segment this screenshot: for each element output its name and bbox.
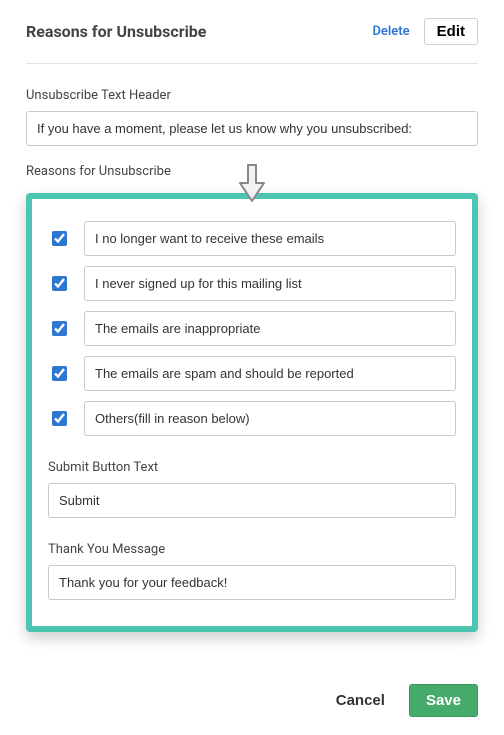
reason-text-input[interactable] [84, 266, 456, 301]
reasons-list-label: Reasons for Unsubscribe [26, 164, 478, 179]
thank-you-message-input[interactable] [48, 565, 456, 600]
reason-text-input[interactable] [84, 311, 456, 346]
reason-row [48, 401, 456, 436]
unsubscribe-reasons-panel: Reasons for Unsubscribe Delete Edit Unsu… [2, 0, 502, 656]
unsubscribe-header-label: Unsubscribe Text Header [26, 88, 478, 103]
save-button[interactable]: Save [409, 684, 478, 717]
reason-text-input[interactable] [84, 401, 456, 436]
footer-actions: Cancel Save [2, 656, 502, 735]
submit-button-text-input[interactable] [48, 483, 456, 518]
thank-you-message-label: Thank You Message [48, 542, 456, 557]
panel-title: Reasons for Unsubscribe [26, 22, 206, 41]
reasons-highlight-box: Submit Button Text Thank You Message [26, 193, 478, 632]
reason-checkbox[interactable] [52, 231, 67, 246]
reason-checkbox[interactable] [52, 276, 67, 291]
delete-link[interactable]: Delete [372, 24, 409, 39]
reason-checkbox[interactable] [52, 321, 67, 336]
reason-row [48, 266, 456, 301]
reason-text-input[interactable] [84, 221, 456, 256]
reason-row [48, 221, 456, 256]
cancel-button[interactable]: Cancel [330, 691, 391, 710]
unsubscribe-header-input[interactable] [26, 111, 478, 146]
panel-actions: Delete Edit [372, 18, 478, 45]
panel-header: Reasons for Unsubscribe Delete Edit [26, 18, 478, 64]
reason-text-input[interactable] [84, 356, 456, 391]
reason-row [48, 356, 456, 391]
edit-button[interactable]: Edit [424, 18, 478, 45]
reason-checkbox[interactable] [52, 366, 67, 381]
submit-button-text-label: Submit Button Text [48, 460, 456, 475]
reason-checkbox[interactable] [52, 411, 67, 426]
reason-row [48, 311, 456, 346]
